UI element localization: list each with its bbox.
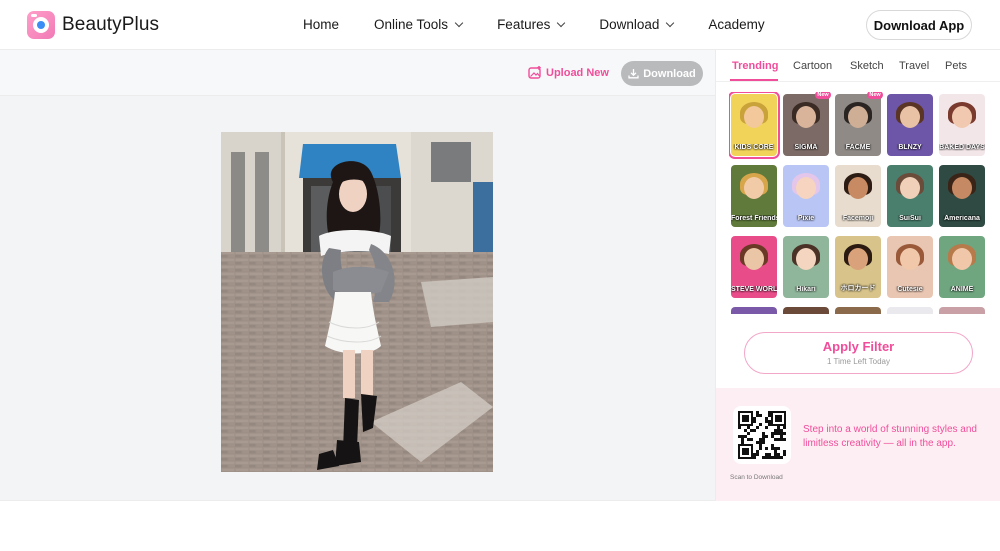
thumbnail-face [900,106,920,128]
filter-thumbnail[interactable]: Facemoji [835,165,881,227]
brand-name: BeautyPlus [62,14,160,35]
nav-home-label: Home [303,17,340,32]
camera-lens-icon [27,11,55,39]
main-nav: Home Online Tools Features Download Acad… [303,17,800,32]
nav-home[interactable]: Home [303,17,339,32]
image-upload-icon [528,66,542,79]
filter-thumbnail[interactable]: SIGMA [783,94,829,156]
filter-thumbnail-label: ANIME [950,286,974,293]
app-promo: Scan to Download Step into a world of st… [716,388,1000,501]
filter-thumbnail[interactable]: Pixie [783,165,829,227]
filter-thumbnail-label: Cutesie [897,286,923,293]
nav-online-tools[interactable]: Online Tools [374,17,464,32]
nav-features-label: Features [497,17,551,32]
thumbnail-face [900,248,920,270]
nav-features[interactable]: Features [497,17,566,32]
tabs-divider [716,81,1000,82]
promo-text: Step into a world of stunning styles and… [803,424,977,449]
filter-thumbnail[interactable]: ANIME [939,236,985,298]
filter-thumbnail-label: SuiSui [899,215,921,222]
editor-toolbar: Upload New Download [0,50,715,96]
filter-thumbnail[interactable]: BAKED DAYS [939,94,985,156]
chevron-down-icon [666,18,675,28]
nav-academy[interactable]: Academy [708,17,764,32]
thumbnail-face [744,248,764,270]
new-badge: New [867,92,883,99]
page: BeautyPlus Home Online Tools Features Do… [0,0,1000,551]
filter-thumbnail-label: Forest Friends [731,215,777,222]
nav-download[interactable]: Download [599,17,675,32]
filter-thumbnail-label: STEVE WORLD [731,286,777,293]
filter-thumbnail[interactable] [835,307,881,314]
tab-trending[interactable]: Trending [732,60,778,72]
filter-thumbnail[interactable]: Americana [939,165,985,227]
upload-new-label: Upload New [546,66,609,79]
apply-filter-remaining: 1 Time Left Today [827,357,890,366]
filter-tabs: Trending Cartoon Sketch Travel Pets [716,50,1000,82]
filter-thumbnail[interactable]: Forest Friends [731,165,777,227]
download-icon [628,69,639,79]
scan-to-download-label: Scan to Download [730,474,783,481]
filter-thumbnail[interactable]: Hikari [783,236,829,298]
upload-new-button[interactable]: Upload New [528,66,609,79]
chevron-down-icon [454,18,464,28]
filter-panel: Trending Cartoon Sketch Travel Pets KIDS… [715,50,1000,501]
filter-grid: KIDS CORE SIGMA New FACME New BLNZY BAKED DAYS… [729,92,989,314]
thumbnail-face [848,177,868,199]
tab-pets[interactable]: Pets [945,60,967,72]
thumbnail-face [952,177,972,199]
filter-thumbnail[interactable]: Cutesie [887,236,933,298]
tab-sketch[interactable]: Sketch [850,60,884,72]
filter-thumbnail-label: ホロカード [840,285,876,292]
thumbnail-face [744,177,764,199]
filter-thumbnail-label: Facemoji [842,215,874,222]
thumbnail-face [900,177,920,199]
filter-thumbnail[interactable]: BLNZY [887,94,933,156]
chevron-down-icon [557,18,566,28]
tab-travel[interactable]: Travel [899,60,929,72]
uploaded-photo [221,132,493,472]
brand-logo[interactable]: BeautyPlus [27,11,159,39]
filter-thumbnail[interactable] [731,307,777,314]
thumbnail-face [744,106,764,128]
filter-thumbnail[interactable] [887,307,933,314]
filter-thumbnail[interactable] [939,307,985,314]
nav-academy-label: Academy [708,17,765,32]
thumbnail-face [848,106,868,128]
filter-thumbnail[interactable]: STEVE WORLD [731,236,777,298]
thumbnail-face [796,177,816,199]
thumbnail-face [796,248,816,270]
nav-download-label: Download [599,17,660,32]
top-header: BeautyPlus Home Online Tools Features Do… [0,0,1000,50]
filter-thumbnail-label: FACME [845,144,871,151]
thumbnail-face [952,106,972,128]
filter-thumbnail[interactable]: ホロカード [835,236,881,298]
thumbnail-face [952,248,972,270]
nav-online-tools-label: Online Tools [374,17,449,32]
tab-cartoon[interactable]: Cartoon [793,60,832,72]
filter-thumbnail-label: Americana [944,215,980,222]
new-badge: New [815,92,831,99]
qr-code-icon [733,406,791,464]
filter-thumbnail[interactable]: SuiSui [887,165,933,227]
filter-thumbnail-label: Pixie [797,215,815,222]
download-label: Download [643,67,696,80]
filter-thumbnail-label: BLNZY [898,144,922,151]
thumbnail-face [848,248,868,270]
filter-thumbnail-label: KIDS CORE [734,144,774,151]
filter-thumbnail[interactable] [783,307,829,314]
filter-thumbnail-label: Hikari [796,286,816,293]
filter-thumbnail[interactable]: KIDS CORE [729,92,780,159]
filter-thumbnail[interactable]: FACME [835,94,881,156]
apply-filter-button[interactable]: Apply Filter 1 Time Left Today [744,332,973,374]
download-button[interactable]: Download [621,61,703,86]
editor-canvas [0,96,715,501]
filter-thumbnail-label: SIGMA [794,144,818,151]
thumbnail-face [796,106,816,128]
filter-thumbnail-label: BAKED DAYS [939,144,985,151]
photo-image [221,132,493,472]
download-app-button[interactable]: Download App [866,10,972,40]
apply-filter-label: Apply Filter [822,339,895,354]
